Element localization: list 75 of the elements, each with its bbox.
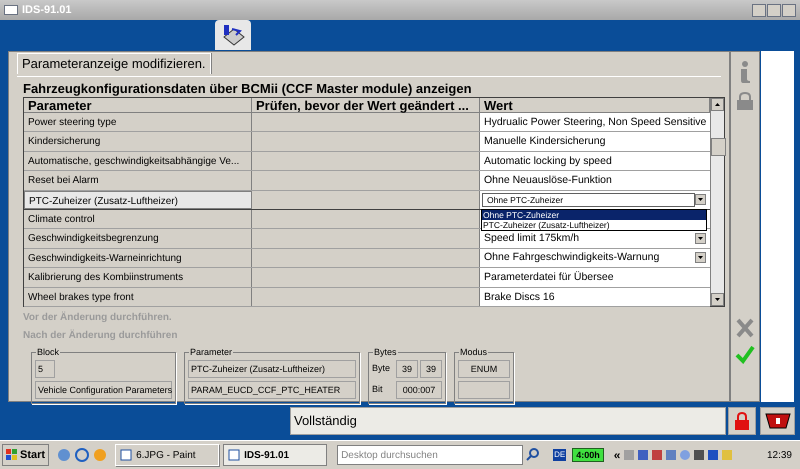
- table-cell: PTC-Zuheizer (Zusatz-Luftheizer): [24, 190, 252, 209]
- table-cell: Ohne Neuauslöse-Funktion: [480, 171, 710, 190]
- down-triangle-icon: [715, 298, 720, 301]
- windows-logo-icon: [6, 449, 18, 461]
- table-cell: Power steering type: [24, 113, 252, 132]
- table-cell: Climate control: [24, 210, 252, 228]
- table-cell: Automatische, geschwindigkeitsabhängige Ve...: [24, 152, 252, 170]
- dropdown-option[interactable]: PTC-Zuheizer (Zusatz-Luftheizer): [482, 220, 706, 230]
- table-cell: Kalibrierung des Kombiinstruments: [24, 268, 252, 287]
- table-cell: Hydrualic Power Steering, Non Speed Sensitive: [480, 113, 710, 132]
- read-only-field: 39: [420, 360, 442, 378]
- read-only-field: 5: [35, 360, 55, 378]
- close-button[interactable]: [782, 4, 796, 16]
- table-cell: Manuelle Kindersicherung: [480, 132, 710, 151]
- read-only-field: 000:007: [396, 381, 442, 399]
- search-icon[interactable]: [525, 447, 542, 463]
- browser-icon[interactable]: [75, 448, 90, 462]
- group-title: Parameter: [189, 346, 234, 358]
- group-title: Modus: [459, 346, 488, 358]
- read-only-field: 39: [396, 360, 418, 378]
- vehicle-button[interactable]: [760, 407, 795, 435]
- field-label: Bit: [372, 383, 384, 396]
- column-header[interactable]: Parameter: [24, 98, 252, 112]
- scrollbar[interactable]: [710, 98, 724, 306]
- language-indicator[interactable]: DE: [553, 449, 566, 461]
- table-cell: Parameterdatei für Übersee: [480, 268, 710, 287]
- read-only-field: Vehicle Configuration Parameters: [35, 381, 172, 399]
- search-field[interactable]: Desktop durchsuchen: [337, 445, 524, 465]
- cancel-icon[interactable]: [736, 318, 754, 338]
- toolbar-button[interactable]: [215, 20, 251, 50]
- section-title: Fahrzeugkonfigurationsdaten über BCMii (CCF Master module) anzeigen: [22, 81, 473, 97]
- column-header[interactable]: Prüfen, bevor der Wert geändert ...: [252, 98, 480, 112]
- app-icon: [228, 449, 240, 461]
- read-only-field: ENUM: [458, 360, 510, 378]
- read-only-field: PTC-Zuheizer (Zusatz-Luftheizer): [188, 360, 356, 378]
- step-label: Nach der Änderung durchführen: [23, 329, 178, 342]
- status-field: Vollständig: [290, 407, 726, 435]
- table-cell: Geschwindigkeits-Warneinrichtung: [24, 248, 252, 268]
- lock-icon: [734, 412, 750, 430]
- tray-icons-drawing[interactable]: [624, 448, 734, 462]
- scroll-up-button[interactable]: [711, 98, 724, 111]
- lock-icon[interactable]: [736, 92, 754, 110]
- combo-box[interactable]: Ohne Fahrgeschwindigkeits-Warnung: [480, 248, 710, 268]
- window-icon: [4, 5, 18, 15]
- info-icon[interactable]: [738, 60, 752, 84]
- taskbar-button[interactable]: 6.JPG - Paint: [115, 444, 220, 466]
- field-label: Byte: [372, 362, 392, 376]
- table-cell: Geschwindigkeitsbegrenzung: [24, 229, 252, 248]
- read-only-field: PARAM_EUCD_CCF_PTC_HEATER: [188, 381, 356, 399]
- group-title: Bytes: [373, 346, 398, 358]
- clock: 12:39: [766, 448, 792, 462]
- app-icon: [120, 449, 132, 461]
- step-label: Vor der Änderung durchführen.: [23, 311, 173, 324]
- start-button[interactable]: Start: [2, 444, 50, 466]
- window-title: IDS-91.01: [22, 2, 72, 18]
- battery-indicator[interactable]: 4:00h: [572, 448, 604, 462]
- tray-expand-button[interactable]: «: [614, 446, 620, 464]
- table-cell: Kindersicherung: [24, 132, 252, 151]
- minimize-button[interactable]: [752, 4, 766, 16]
- scroll-thumb[interactable]: [711, 138, 726, 156]
- table-cell: Brake Discs 16: [480, 288, 710, 306]
- restore-button[interactable]: [767, 4, 781, 16]
- tab[interactable]: Parameteranzeige modifizieren.: [17, 53, 211, 74]
- taskbar-button[interactable]: IDS-91.01: [223, 444, 328, 466]
- scroll-down-button[interactable]: [711, 293, 724, 306]
- dropdown-option[interactable]: Ohne PTC-Zuheizer: [482, 210, 706, 220]
- read-only-field: [458, 381, 510, 399]
- combo-box[interactable]: Ohne PTC-Zuheizer: [480, 190, 710, 209]
- lock-button[interactable]: [728, 407, 756, 435]
- checkmark-icon[interactable]: [735, 344, 755, 364]
- group-title: Block: [36, 346, 60, 358]
- table-cell: Wheel brakes type front: [24, 288, 252, 306]
- table-cell: Automatic locking by speed: [480, 152, 710, 170]
- up-triangle-icon: [715, 103, 720, 106]
- table-cell: Reset bei Alarm: [24, 171, 252, 190]
